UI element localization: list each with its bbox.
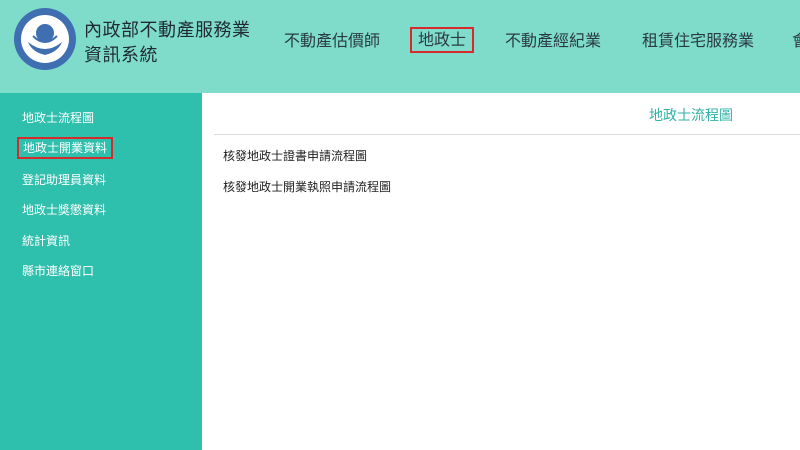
sidebar-item-statistics[interactable]: 統計資訊 xyxy=(22,233,70,249)
nav-rental-housing-service[interactable]: 租賃住宅服務業 xyxy=(642,30,754,52)
sidebar-item-assistant-data[interactable]: 登記助理員資料 xyxy=(22,172,106,188)
main-content: 地政士流程圖 核發地政士證書申請流程圖 核發地政士開業執照申請流程圖 xyxy=(202,93,800,450)
link-certificate-flowchart[interactable]: 核發地政士證書申請流程圖 xyxy=(223,147,367,164)
site-title[interactable]: 內政部不動產服務業資訊系統 xyxy=(84,18,254,68)
nav-real-estate-brokerage[interactable]: 不動產經紀業 xyxy=(505,30,601,52)
ministry-logo[interactable] xyxy=(14,8,76,70)
nav-real-estate-appraiser[interactable]: 不動產估價師 xyxy=(284,30,380,52)
sidebar-item-rewards-penalties[interactable]: 地政士獎懲資料 xyxy=(22,202,106,218)
sidebar-item-county-contacts[interactable]: 縣市連絡窗口 xyxy=(22,263,94,279)
ministry-emblem-icon xyxy=(15,9,75,69)
nav-land-administration-agent[interactable]: 地政士 xyxy=(410,27,475,53)
title-divider xyxy=(214,134,800,135)
sidebar-item-practice-data[interactable]: 地政士開業資料 xyxy=(17,137,114,159)
nav-more-item[interactable]: 會 xyxy=(792,30,800,52)
page-title: 地政士流程圖 xyxy=(649,108,733,124)
link-license-flowchart[interactable]: 核發地政士開業執照申請流程圖 xyxy=(223,178,391,195)
site-header: 內政部不動產服務業資訊系統 不動產估價師 地政士 不動產經紀業 租賃住宅服務業 … xyxy=(0,0,800,93)
sidebar-item-flowchart[interactable]: 地政士流程圖 xyxy=(22,110,94,126)
sidebar: 地政士流程圖 地政士開業資料 登記助理員資料 地政士獎懲資料 統計資訊 縣市連絡… xyxy=(0,93,202,450)
top-navigation: 不動產估價師 地政士 不動產經紀業 租賃住宅服務業 會 xyxy=(284,0,800,80)
